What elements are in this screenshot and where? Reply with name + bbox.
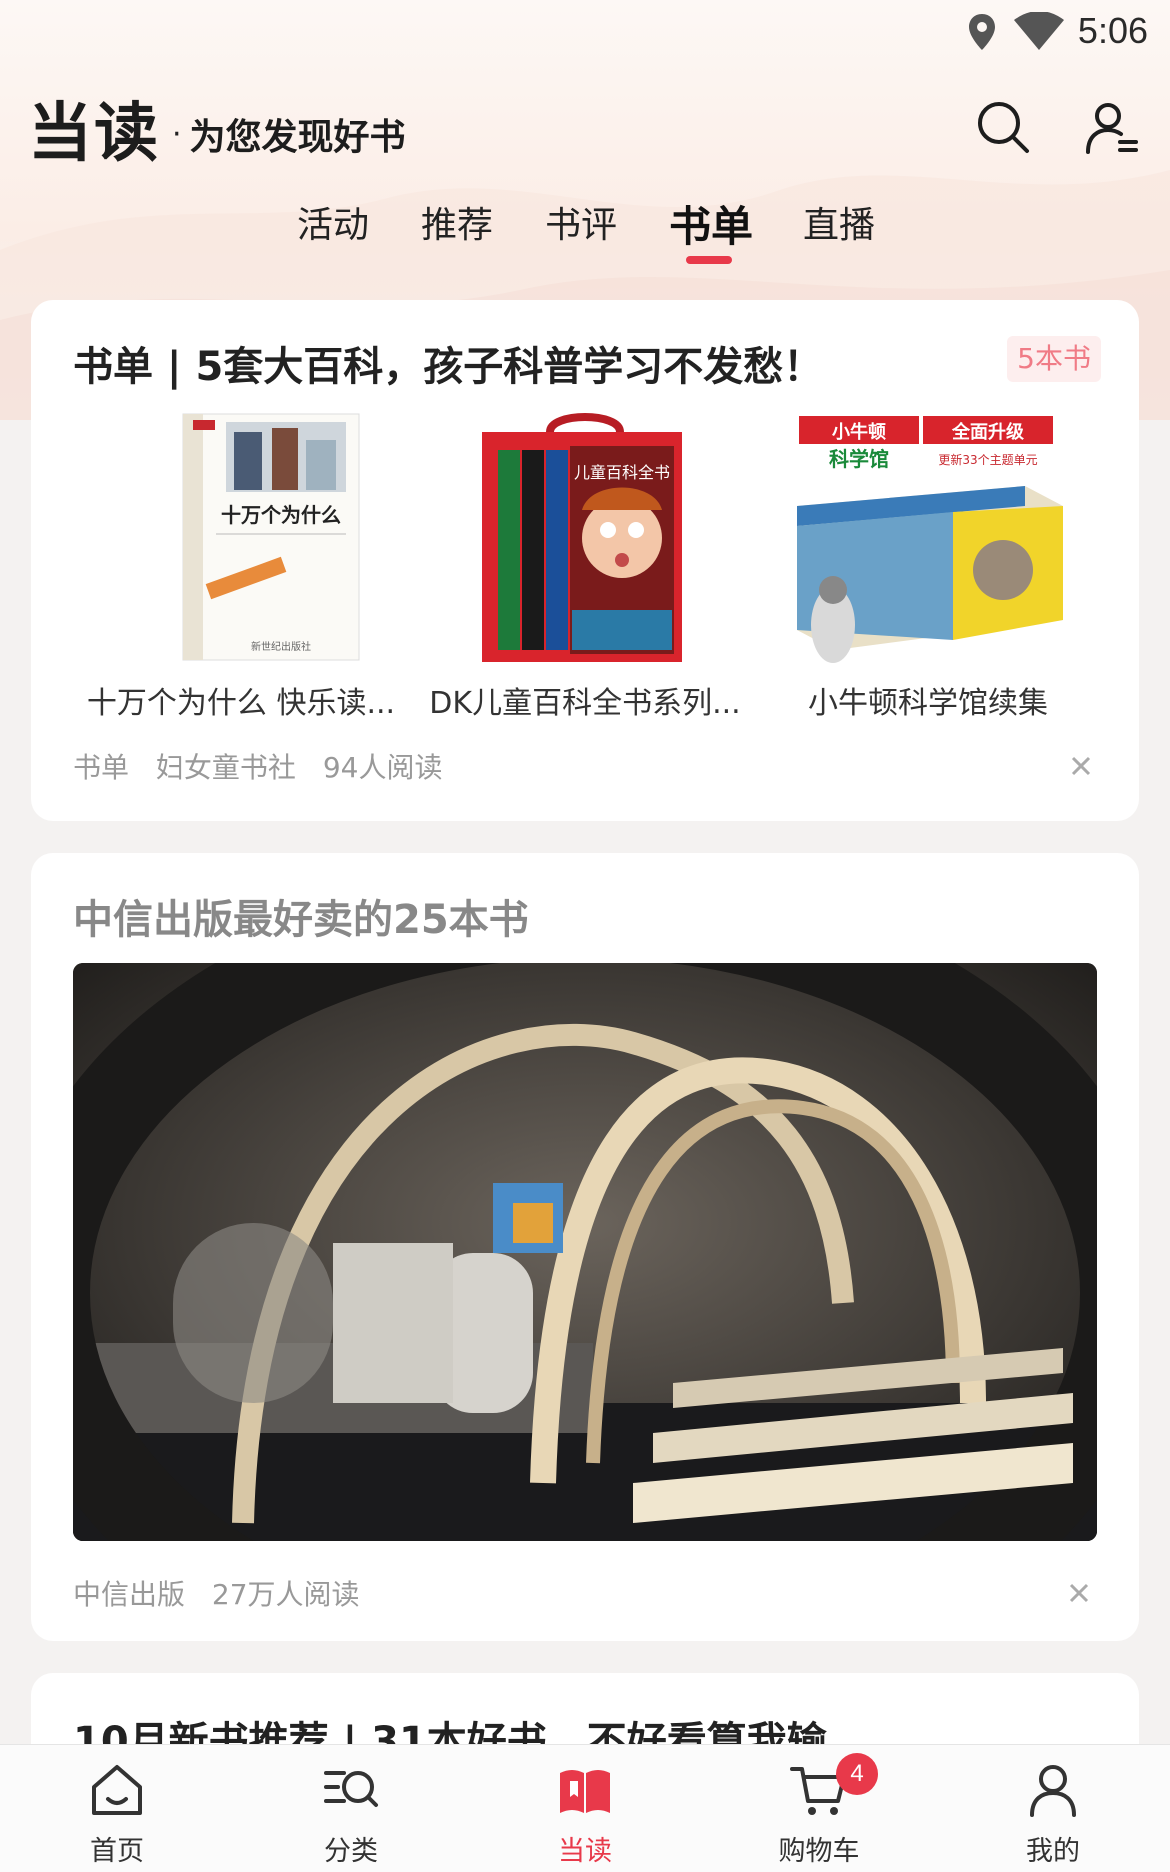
profile-icon [1030, 1765, 1076, 1817]
tab-live[interactable]: 直播 [803, 196, 875, 248]
svg-text:儿童百科全书: 儿童百科全书 [574, 463, 670, 482]
feature-image [73, 963, 1097, 1541]
tab-activity[interactable]: 活动 [297, 196, 369, 248]
dismiss-button[interactable] [1061, 746, 1101, 786]
book-item[interactable]: 十万个为什么 新世纪出版社 十万个为什么 快乐读... [76, 410, 406, 721]
meta-readers: 27万人阅读 [211, 1578, 360, 1611]
search-icon [978, 102, 1029, 153]
svg-text:更新33个主题单元: 更新33个主题单元 [938, 452, 1037, 467]
card-title: 中信出版最好卖的25本书 [73, 897, 529, 943]
nav-label: 我的 [1026, 1836, 1080, 1867]
article-card[interactable]: 中信出版最好卖的25本书 中信出版 27万人阅读 [31, 853, 1139, 1641]
booklist-card[interactable]: 书单 | 5套大百科，孩子科普学习不发愁！ 5本书 十万个为什么 新世纪出版社 [31, 300, 1139, 821]
user-menu-button[interactable] [1082, 98, 1142, 158]
close-icon [1069, 1583, 1089, 1603]
brand: 当读 · 为您发现好书 [28, 88, 406, 171]
status-bar: 5:06 [0, 0, 1170, 66]
nav-label: 分类 [324, 1836, 378, 1867]
book-title: DK儿童百科全书系列... [429, 686, 741, 721]
location-icon [969, 14, 995, 50]
cart-count-badge: 4 [836, 1753, 878, 1795]
brand-separator: · [172, 116, 182, 152]
svg-text:新世纪出版社: 新世纪出版社 [251, 640, 311, 653]
svg-text:十万个为什么: 十万个为什么 [221, 503, 341, 527]
dismiss-button[interactable] [1059, 1573, 1099, 1613]
book-row: 十万个为什么 新世纪出版社 十万个为什么 快乐读... 儿童百科全书 DK儿童百… [31, 410, 1139, 721]
user-menu-icon [1086, 103, 1138, 154]
book-cover: 儿童百科全书 [482, 413, 682, 662]
tab-recommend[interactable]: 推荐 [421, 196, 493, 248]
close-icon [1071, 756, 1091, 776]
wifi-icon [1014, 12, 1064, 50]
book-title: 十万个为什么 快乐读... [86, 686, 396, 721]
svg-text:小牛顿: 小牛顿 [832, 421, 886, 443]
book-item[interactable]: 儿童百科全书 DK儿童百科全书系列... [420, 410, 750, 721]
app-slogan: 为您发现好书 [189, 116, 406, 158]
book-cover: 小牛顿 全面升级 科学馆 更新33个主题单元 [797, 416, 1063, 663]
tab-reviews[interactable]: 书评 [545, 196, 617, 248]
book-item[interactable]: 小牛顿 全面升级 科学馆 更新33个主题单元 小牛顿科学馆续集 [763, 410, 1093, 721]
meta-publisher: 中信出版 [73, 1578, 186, 1611]
card-meta: 书单 妇女童书社 94人阅读 [73, 746, 460, 786]
status-time: 5:06 [1077, 10, 1148, 51]
bottom-navigation: 首页 分类 当读 4 购物车 我的 [0, 1744, 1170, 1872]
book-title: 小牛顿科学馆续集 [808, 686, 1048, 721]
nav-label: 当读 [558, 1836, 612, 1867]
nav-cart[interactable]: 4 购物车 [702, 1745, 936, 1872]
active-tab-indicator [686, 256, 732, 264]
svg-text:全面升级: 全面升级 [951, 421, 1025, 443]
search-button[interactable] [974, 98, 1034, 158]
nav-label: 购物车 [778, 1836, 860, 1867]
nav-category[interactable]: 分类 [234, 1745, 468, 1872]
card-title: 书单 | 5套大百科，孩子科普学习不发愁！ [73, 344, 824, 390]
open-book-icon [560, 1770, 610, 1813]
home-icon [92, 1765, 142, 1815]
nav-profile[interactable]: 我的 [936, 1745, 1170, 1872]
nav-dangdu[interactable]: 当读 [468, 1745, 702, 1872]
book-cover: 十万个为什么 新世纪出版社 [182, 413, 360, 661]
card-meta: 中信出版 27万人阅读 [73, 1573, 378, 1613]
meta-publisher: 妇女童书社 [155, 751, 296, 784]
nav-label: 首页 [90, 1836, 144, 1867]
meta-type: 书单 [73, 751, 130, 784]
category-search-icon [324, 1771, 378, 1807]
app-logo: 当读 [28, 96, 160, 171]
tab-booklists[interactable]: 书单 [669, 193, 753, 254]
book-count-badge: 5本书 [1007, 336, 1101, 382]
meta-readers: 94人阅读 [322, 751, 443, 784]
nav-home[interactable]: 首页 [0, 1745, 234, 1872]
screen: 5:06 当读 · 为您发现好书 活动 推荐 书评 书单 直播 书单 | 5套大… [0, 0, 1170, 1872]
svg-text:科学馆: 科学馆 [829, 447, 889, 471]
